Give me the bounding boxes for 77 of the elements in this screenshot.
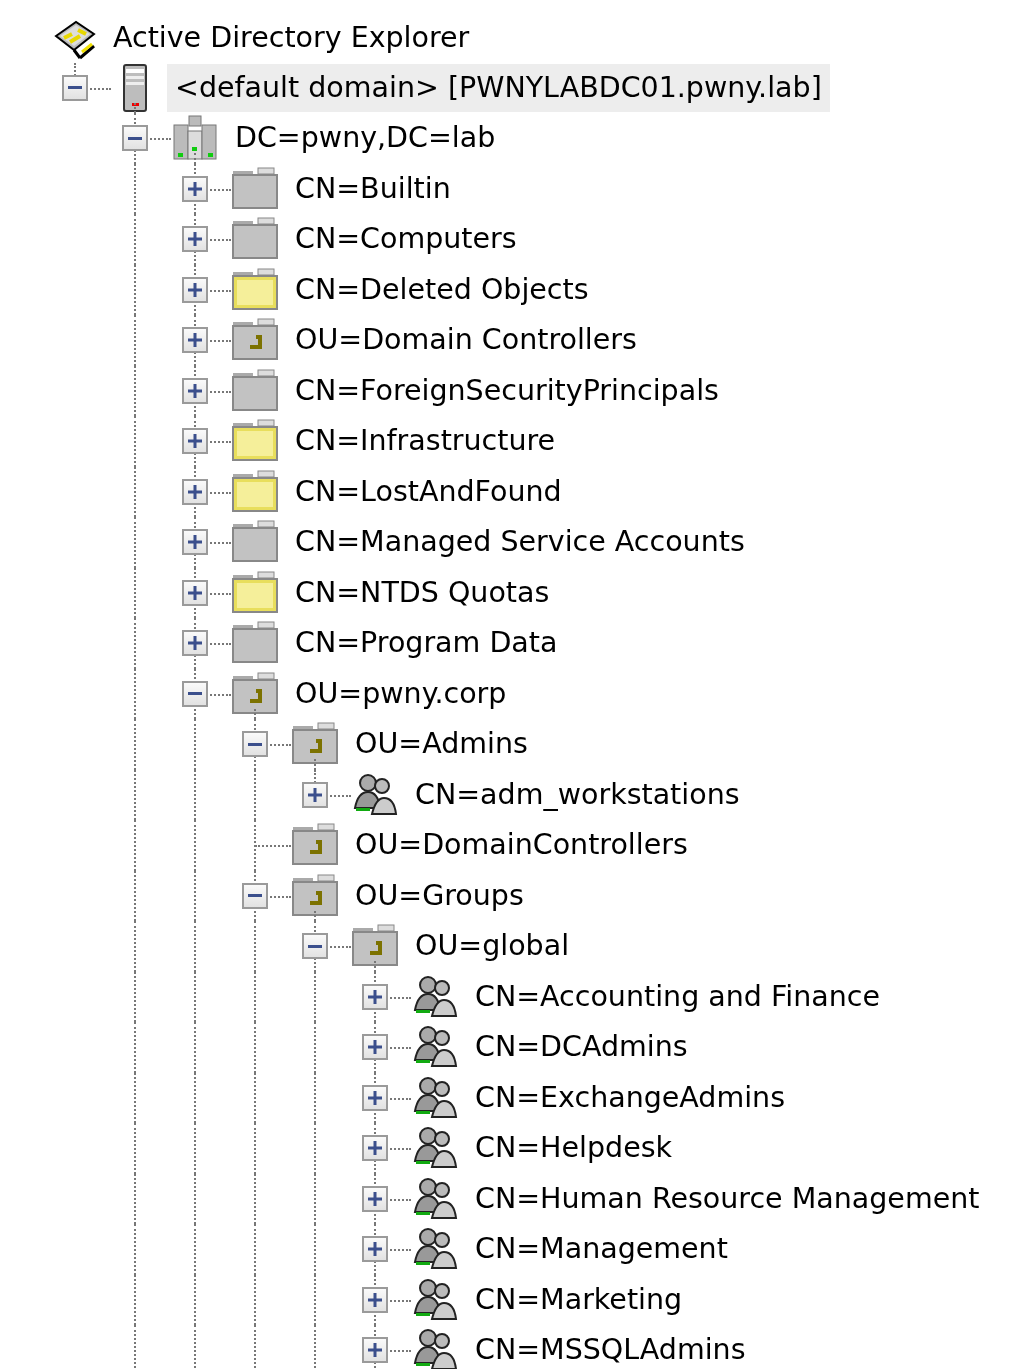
expand-toggle[interactable] bbox=[362, 983, 388, 1010]
minus-icon bbox=[248, 742, 262, 746]
tree-root-title: Active Directory Explorer bbox=[113, 20, 470, 54]
tree-node-label[interactable]: CN=Infrastructure bbox=[287, 417, 564, 466]
tree-node-label[interactable]: CN=ForeignSecurityPrincipals bbox=[287, 366, 727, 415]
expand-toggle[interactable] bbox=[182, 579, 208, 606]
tree-node-label[interactable]: CN=LostAndFound bbox=[287, 467, 570, 516]
plus-icon bbox=[368, 1292, 382, 1307]
expand-toggle[interactable] bbox=[362, 1337, 388, 1364]
plus-icon bbox=[368, 1242, 382, 1257]
tree-node-label[interactable]: DC=pwny,DC=lab bbox=[227, 114, 504, 163]
tree-node-label[interactable]: CN=Human Resource Management bbox=[467, 1174, 988, 1223]
tree-node-label[interactable]: CN=Management bbox=[467, 1225, 736, 1274]
expand-toggle[interactable] bbox=[362, 1084, 388, 1111]
plus-icon bbox=[188, 232, 202, 247]
plus-icon bbox=[188, 282, 202, 297]
tree-node-label[interactable]: OU=global bbox=[407, 922, 578, 971]
collapse-toggle[interactable] bbox=[242, 731, 268, 758]
tree-node-label[interactable]: CN=DCAdmins bbox=[467, 1023, 696, 1072]
collapse-toggle[interactable] bbox=[302, 933, 328, 960]
expand-toggle[interactable] bbox=[182, 175, 208, 202]
plus-icon bbox=[368, 1141, 382, 1156]
plus-icon bbox=[188, 333, 202, 348]
tree-node-label[interactable]: OU=Groups bbox=[347, 871, 532, 920]
collapse-toggle[interactable] bbox=[62, 74, 88, 101]
expand-toggle[interactable] bbox=[182, 276, 208, 303]
tree-node-label[interactable]: CN=Computers bbox=[287, 215, 525, 264]
plus-icon bbox=[188, 434, 202, 449]
plus-icon bbox=[368, 1090, 382, 1105]
tree-node-label[interactable]: OU=pwny.corp bbox=[287, 669, 515, 718]
plus-icon bbox=[368, 1343, 382, 1358]
tree-node-label[interactable]: CN=ExchangeAdmins bbox=[467, 1073, 794, 1122]
plus-icon bbox=[188, 484, 202, 499]
expand-toggle[interactable] bbox=[182, 327, 208, 354]
plus-icon bbox=[368, 1191, 382, 1206]
plus-icon bbox=[188, 181, 202, 196]
minus-icon bbox=[248, 894, 262, 898]
tree-node-label[interactable]: CN=Builtin bbox=[287, 164, 459, 213]
expand-toggle[interactable] bbox=[362, 1135, 388, 1162]
plus-icon bbox=[188, 585, 202, 600]
tree-node-label[interactable]: OU=DomainControllers bbox=[347, 821, 696, 870]
expand-toggle[interactable] bbox=[362, 1286, 388, 1313]
collapse-toggle[interactable] bbox=[182, 680, 208, 707]
minus-icon bbox=[128, 136, 142, 140]
expand-toggle[interactable] bbox=[182, 377, 208, 404]
expand-toggle[interactable] bbox=[182, 226, 208, 253]
minus-icon bbox=[68, 86, 82, 90]
plus-icon bbox=[188, 535, 202, 550]
tree-node-label[interactable]: CN=MSSQLAdmins bbox=[467, 1326, 754, 1369]
plus-icon bbox=[368, 989, 382, 1004]
tree-node-label[interactable]: CN=Managed Service Accounts bbox=[287, 518, 753, 567]
tree-node-label[interactable]: <default domain> [PWNYLABDC01.pwny.lab] bbox=[167, 63, 830, 112]
expand-toggle[interactable] bbox=[182, 428, 208, 455]
plus-icon bbox=[188, 383, 202, 398]
expand-toggle[interactable] bbox=[362, 1034, 388, 1061]
expand-toggle[interactable] bbox=[182, 529, 208, 556]
tree-node-label[interactable]: CN=Marketing bbox=[467, 1275, 691, 1324]
tree-node-label[interactable]: CN=adm_workstations bbox=[407, 770, 748, 819]
plus-icon bbox=[368, 1040, 382, 1055]
tree-node-label[interactable]: OU=Admins bbox=[347, 720, 536, 769]
tree-node-label[interactable]: OU=Domain Controllers bbox=[287, 316, 645, 365]
collapse-toggle[interactable] bbox=[122, 125, 148, 152]
plus-icon bbox=[308, 787, 322, 802]
tree-node-label[interactable]: CN=Program Data bbox=[287, 619, 566, 668]
tree-node-label[interactable]: CN=Deleted Objects bbox=[287, 265, 597, 314]
tree-node-label[interactable]: CN=Accounting and Finance bbox=[467, 972, 888, 1021]
expand-toggle[interactable] bbox=[362, 1236, 388, 1263]
minus-icon bbox=[308, 944, 322, 948]
plus-icon bbox=[188, 636, 202, 651]
collapse-toggle[interactable] bbox=[242, 882, 268, 909]
tree-node-label[interactable]: CN=Helpdesk bbox=[467, 1124, 681, 1173]
expand-toggle[interactable] bbox=[302, 781, 328, 808]
expand-toggle[interactable] bbox=[362, 1185, 388, 1212]
tree-node-label[interactable]: CN=NTDS Quotas bbox=[287, 568, 558, 617]
minus-icon bbox=[188, 692, 202, 696]
expand-toggle[interactable] bbox=[182, 630, 208, 657]
expand-toggle[interactable] bbox=[182, 478, 208, 505]
